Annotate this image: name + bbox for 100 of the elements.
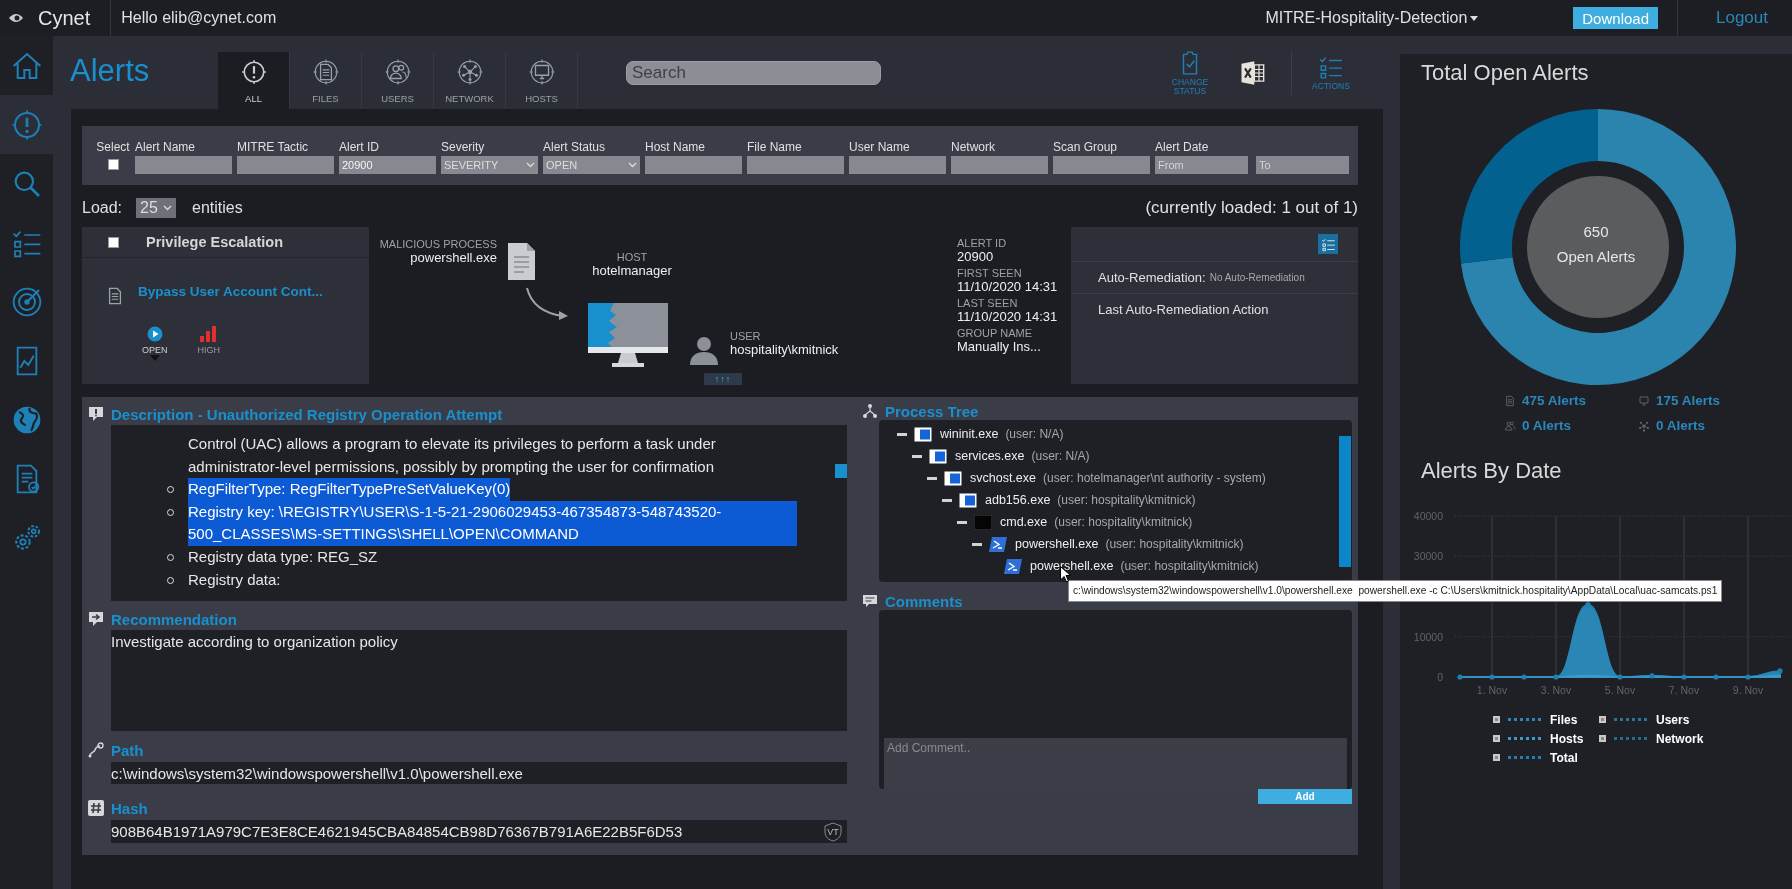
data-point [1745,674,1751,680]
detail-label: GROUP NAME [957,327,1033,339]
field-label: MITRE Tactic [237,140,310,156]
date-field[interactable]: From [1155,156,1248,174]
field-label: Scan Group [1053,140,1119,156]
comment-field[interactable]: Add Comment.. [884,738,1347,789]
detail-label: FIRST SEEN [957,267,1023,279]
field-label: Host Name [645,140,707,156]
x-tick-label: 9. Nov [1732,684,1764,696]
description-text: Control (UAC) allows a program to elevate its privileges to perform a task under administrator-level permissions, possibly by prompting the user for confirmation [188,434,717,477]
workspace-dropdown[interactable]: MITRE-Hospitality-Detection [1265,9,1479,27]
process-name: powershell.exe [409,250,497,265]
process-name: powershell.exe [1030,559,1114,573]
search-field[interactable]: Search [626,61,881,85]
tree-row[interactable]: adb156.exe (user: hospitality\kmitnick) [942,489,1352,511]
process-user: (user: hospitality\kmitnick) [1105,537,1244,551]
virustotal-button[interactable]: VT [822,821,844,842]
input-field[interactable] [135,156,232,174]
legend-toggle-icon[interactable] [1599,735,1606,742]
legend-label[interactable]: Files [1550,712,1578,727]
legend-label[interactable]: Network [1656,731,1704,746]
info-icon [88,406,104,422]
data-point [1713,674,1719,680]
legend-toggle-icon[interactable] [1493,754,1500,761]
console-icon [974,514,992,530]
legend-label[interactable]: Total [1550,750,1578,765]
users-icon [384,59,411,85]
legend-toggle-icon[interactable] [1599,716,1606,723]
user-name: hospitality\kmitnick [730,342,839,357]
alert-count: 0 Alerts [1656,418,1706,433]
field-label: File Name [747,140,803,156]
field-label: User Name [849,140,911,156]
field-label: Alert ID [339,140,380,156]
entities-label: entities [192,199,243,217]
field-label: Network [951,140,996,156]
input-field[interactable] [849,156,946,174]
legend-toggle-icon[interactable] [1493,716,1500,723]
data-point [1617,674,1623,680]
data-point [1489,674,1495,680]
input-field[interactable] [645,156,742,174]
process-name: svchost.exe [970,471,1036,485]
last-action-label: Last Auto-Remediation Action [1097,301,1270,317]
tree-row[interactable]: powershell.exe (user: hospitality\kmitnick) [987,555,1352,577]
loaded-count: (currently loaded: 1 out of 1) [1145,198,1358,218]
date-field[interactable]: To [1256,156,1349,174]
field-label: Severity [441,140,486,156]
legend-toggle-icon[interactable] [1493,735,1500,742]
section-title: Recommendation [111,610,237,628]
tree-row[interactable]: powershell.exe (user: hospitality\kmitnick) [972,533,1352,555]
checkbox[interactable] [107,159,119,170]
tab[interactable]: ALL [218,52,290,109]
remediation-value: No Auto-Remediation [1209,272,1305,283]
flow-arrow [526,287,568,320]
scrollbar-thumb [835,464,847,478]
application-icon [959,492,977,508]
severity-bars-icon [200,326,218,342]
checkbox[interactable] [108,236,119,248]
actions-button[interactable] [1318,234,1338,254]
x-tick-label: 3. Nov [1540,684,1572,696]
detail-label: LAST SEEN [957,297,1019,309]
status-control[interactable]: OPEN [142,326,168,361]
process-name: adb156.exe [985,493,1051,507]
description-text: RegFilterType: RegFilterTypePreSetValueKey(0) [188,478,511,501]
process-user: (user: hospitality\kmitnick) [1120,559,1259,573]
tree-row[interactable]: services.exe (user: N/A) [912,445,1352,467]
alert-name-link[interactable]: Bypass User Account Cont... [138,284,323,299]
section-title: Description - Unauthorized Registry Operation Attempt [111,405,503,423]
hash-value: 908B64B1971A979C7E3E8CE4621945CBA84854CB98D76367B791A6E22B5F6D53 [111,823,683,840]
data-point [1681,674,1687,680]
page-size-dropdown[interactable]: 25 [136,198,177,218]
process-name: services.exe [955,449,1025,463]
logout-link[interactable]: Logout [1716,8,1768,28]
total-label: Open Alerts [1555,248,1637,265]
application-icon [944,470,962,486]
data-point [1521,674,1527,680]
expand-button[interactable]: ↑↑↑ [704,373,742,385]
tree-row[interactable]: svchost.exe (user: hotelmanager\nt authority - system) [927,467,1352,489]
y-tick-label: 30000 [1413,550,1443,563]
caret-icon [149,355,160,361]
tree-row[interactable]: wininit.exe (user: N/A) [897,423,1352,445]
page-title: Alerts [69,52,151,89]
application-icon [929,448,947,464]
comment-icon [862,593,878,609]
sidebar-item[interactable] [0,95,53,154]
application-icon [914,426,932,442]
play-icon [146,326,163,342]
section-title: Hash [111,799,148,817]
field-label: Alert Status [543,140,607,156]
brand-name: Cynet [38,6,91,30]
field-label: Select [96,140,130,156]
recommendation-text: Investigate according to organization policy [111,630,847,731]
input-field[interactable] [1053,156,1150,174]
input-field[interactable] [747,156,844,174]
legend-label[interactable]: Hosts [1550,731,1584,746]
input-field[interactable] [237,156,334,174]
section-title: Comments [885,592,963,610]
input-field[interactable] [951,156,1048,174]
greeting-text: Hello elib@cynet.com [121,9,277,27]
tree-row[interactable]: cmd.exe (user: hospitality\kmitnick) [957,511,1352,533]
legend-label[interactable]: Users [1656,712,1690,727]
